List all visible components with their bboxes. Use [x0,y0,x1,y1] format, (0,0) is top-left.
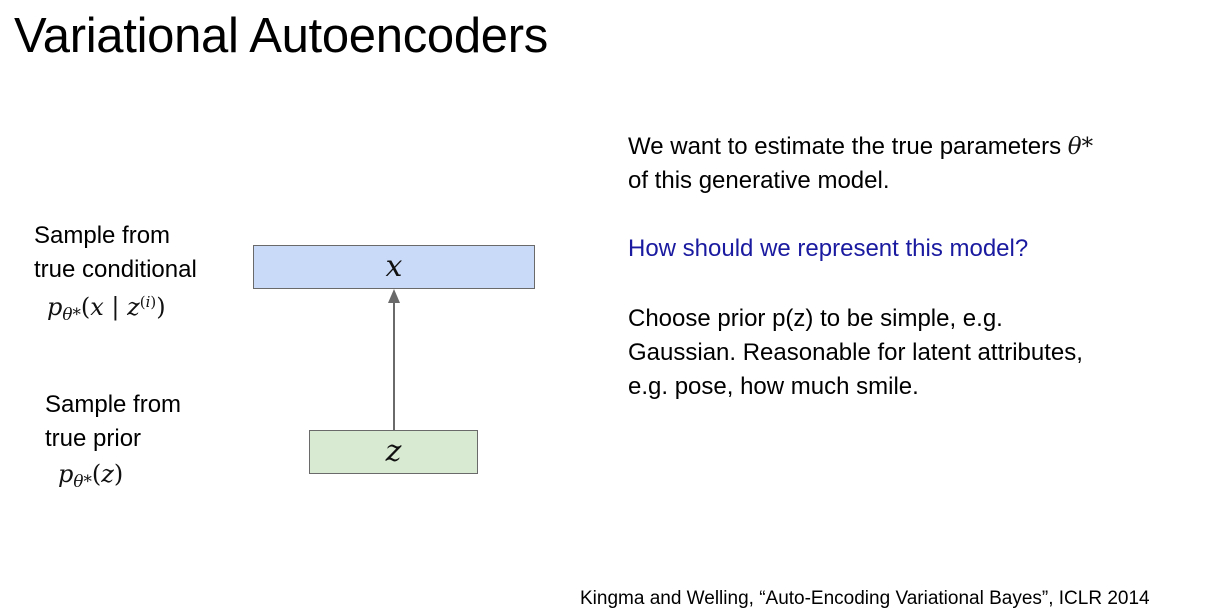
slide: Variational Autoencoders Sample from tru… [0,0,1224,616]
latent-z-box: z [309,430,478,474]
prior-label-line2: true prior [45,425,142,452]
conditional-formula: pθ*(x | z(i)) [47,293,166,325]
goal-text-line2: of this generative model. [628,167,890,194]
prior-choice-line3: e.g. pose, how much smile. [628,373,919,400]
goal-text-line1: We want to estimate the true parameters … [628,130,1093,164]
observed-x-box: x [253,245,535,289]
z-variable: z [385,434,402,469]
citation: Kingma and Welling, “Auto-Encoding Varia… [580,588,1150,609]
prior-choice-line2: Gaussian. Reasonable for latent attribut… [628,339,1083,366]
theta-star-symbol: θ* [1067,134,1094,160]
x-variable: x [385,249,403,284]
slide-title: Variational Autoencoders [14,9,548,63]
prior-choice-line1: Choose prior p(z) to be simple, e.g. [628,305,1003,332]
question-text: How should we represent this model? [628,235,1029,262]
prior-formula: pθ*(z) [58,460,124,492]
prior-label-line1: Sample from [45,391,182,418]
goal-text-line1-content: We want to estimate the true parameters [628,133,1062,160]
conditional-label-line2: true conditional [34,256,197,283]
conditional-label-line1: Sample from [34,222,171,249]
generative-arrow [388,289,400,430]
